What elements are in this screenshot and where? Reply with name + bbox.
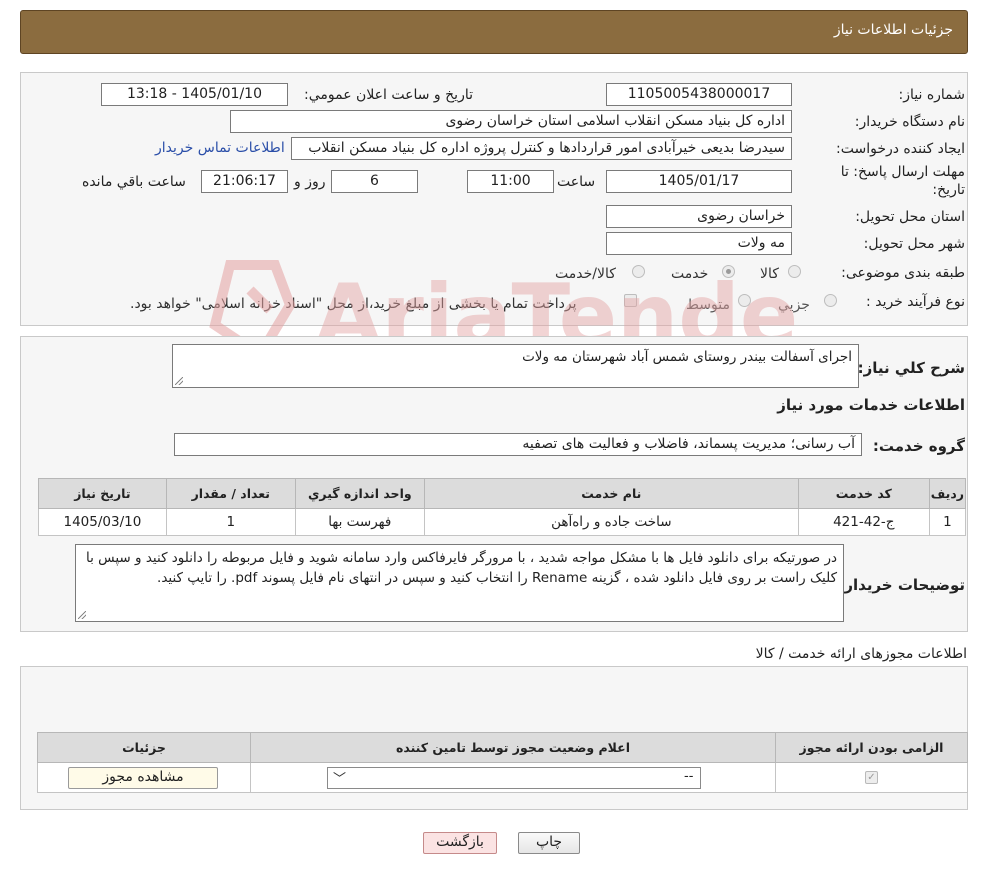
- permits-title: اطلاعات مجوزهای ارائه خدمت / کالا: [755, 646, 967, 662]
- col-qty: تعداد / مقدار: [165, 478, 296, 509]
- requester-field: سیدرضا بدیعی خیرآبادی امور قراردادها و ک…: [291, 137, 792, 160]
- province-field: خراسان رضوی: [606, 205, 792, 228]
- cell-code: ج-42-421: [797, 508, 930, 536]
- col-name: نام خدمت: [423, 478, 799, 509]
- permit-required-checkbox[interactable]: ✓: [865, 771, 878, 784]
- cell-permit-status: -- ﹀: [250, 762, 776, 793]
- col-permit-details: جزئیات: [37, 732, 251, 763]
- days-field: 6: [331, 170, 418, 193]
- summary-label: شرح کلي نياز:: [857, 359, 965, 377]
- table-row: ✓ -- ﹀ مشاهده مجوز: [37, 762, 968, 793]
- need-number-label: شماره نیاز:: [898, 87, 966, 103]
- days-label: روز و: [294, 174, 326, 190]
- process-treasury-checkbox[interactable]: [624, 294, 637, 307]
- process-medium-radio[interactable]: [738, 294, 751, 307]
- announce-label: تاریخ و ساعت اعلان عمومي:: [304, 87, 473, 103]
- cell-unit: فهرست بها: [294, 508, 425, 536]
- province-label: استان محل تحويل:: [855, 209, 965, 225]
- category-service-radio[interactable]: [722, 265, 735, 278]
- print-button[interactable]: چاپ: [518, 832, 580, 854]
- buyer-notes-textarea[interactable]: در صورتیکه برای دانلود فایل ها با مشکل م…: [75, 544, 844, 622]
- permits-table: الزامی بودن ارائه مجوز اعلام وضعیت مجوز …: [37, 732, 968, 793]
- city-field: مه ولات: [606, 232, 792, 255]
- deadline-time-label: ساعت: [557, 174, 596, 190]
- buyer-org-label: نام دستگاه خريدار:: [854, 114, 965, 130]
- need-number-field: 1105005438000017: [606, 83, 792, 106]
- city-label: شهر محل تحويل:: [863, 236, 965, 252]
- page-header: جزئیات اطلاعات نیاز: [20, 10, 968, 54]
- col-code: کد خدمت: [797, 478, 930, 509]
- process-label: نوع فرآيند خريد :: [866, 294, 965, 310]
- permit-status-value: --: [684, 769, 694, 784]
- process-medium-label: متوسط: [686, 297, 730, 313]
- page-title: جزئیات اطلاعات نیاز: [833, 22, 953, 38]
- process-minor-radio[interactable]: [824, 294, 837, 307]
- category-both-radio[interactable]: [632, 265, 645, 278]
- process-note: پرداخت تمام یا بخشی از مبلغ خرید،از محل …: [130, 296, 577, 312]
- category-goods-label: کالا: [760, 266, 779, 282]
- deadline-time-field: 11:00: [467, 170, 554, 193]
- permits-table-header: الزامی بودن ارائه مجوز اعلام وضعیت مجوز …: [37, 732, 968, 763]
- chevron-down-icon: ﹀: [333, 772, 347, 787]
- cell-qty: 1: [165, 508, 296, 536]
- services-title: اطلاعات خدمات مورد نياز: [777, 396, 965, 414]
- table-row: 1 ج-42-421 ساخت جاده و راه‌آهن فهرست بها…: [38, 508, 967, 536]
- services-table: رديف کد خدمت نام خدمت واحد اندازه گيري ت…: [38, 478, 967, 536]
- requester-label: ايجاد کننده درخواست:: [836, 141, 965, 157]
- col-permit-required: الزامی بودن ارائه مجوز: [775, 732, 968, 763]
- buyer-org-field: اداره کل بنیاد مسکن انقلاب اسلامی استان …: [230, 110, 792, 133]
- category-service-label: خدمت: [671, 266, 709, 282]
- remaining-time-field: 21:06:17: [201, 170, 288, 193]
- cell-permit-details: مشاهده مجوز: [37, 762, 251, 793]
- col-unit: واحد اندازه گيري: [294, 478, 425, 509]
- buyer-notes-text: در صورتیکه برای دانلود فایل ها با مشکل م…: [85, 550, 837, 586]
- deadline-date-field: 1405/01/17: [606, 170, 792, 193]
- cell-row: 1: [928, 508, 967, 536]
- process-minor-label: جزیي: [778, 297, 810, 313]
- cell-date: 1405/03/10: [38, 508, 167, 536]
- service-group-field: آب رسانی؛ مدیریت پسماند، فاضلاب و فعالیت…: [174, 433, 862, 456]
- service-group-label: گروه خدمت:: [872, 437, 965, 455]
- col-permit-status: اعلام وضعیت مجوز توسط تامین کننده: [250, 732, 776, 763]
- cell-permit-required: ✓: [775, 762, 968, 793]
- buyer-notes-label: توضيحات خريدار:: [838, 576, 965, 594]
- back-button[interactable]: بازگشت: [423, 832, 497, 854]
- col-date: تاريخ نياز: [38, 478, 167, 509]
- resize-grip-icon[interactable]: [78, 611, 86, 619]
- services-table-header: رديف کد خدمت نام خدمت واحد اندازه گيري ت…: [38, 478, 967, 509]
- resize-grip-icon[interactable]: [175, 377, 183, 385]
- category-both-label: کالا/خدمت: [555, 266, 616, 282]
- permit-status-select[interactable]: -- ﹀: [327, 767, 701, 789]
- summary-text: اجرای آسفالت بیندر روستای شمس آباد شهرست…: [522, 349, 852, 365]
- announce-field: 1405/01/10 - 13:18: [101, 83, 288, 106]
- summary-textarea[interactable]: اجرای آسفالت بیندر روستای شمس آباد شهرست…: [172, 344, 859, 388]
- category-label: طبقه بندی موضوعی:: [841, 265, 965, 281]
- remaining-label: ساعت باقي مانده: [82, 174, 186, 190]
- cell-name: ساخت جاده و راه‌آهن: [423, 508, 799, 536]
- col-row: رديف: [928, 478, 967, 509]
- buyer-contact-link[interactable]: اطلاعات تماس خريدار: [155, 140, 285, 156]
- category-goods-radio[interactable]: [788, 265, 801, 278]
- view-permit-button[interactable]: مشاهده مجوز: [68, 767, 218, 789]
- deadline-label: مهلت ارسال پاسخ: تا تاریخ:: [840, 164, 965, 198]
